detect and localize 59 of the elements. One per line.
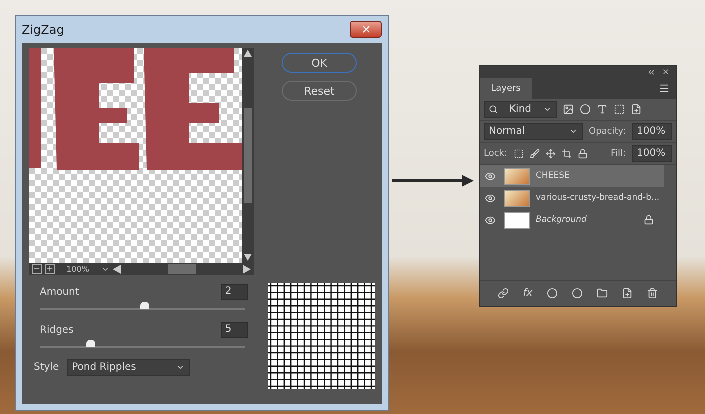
- value-field[interactable]: 5: [221, 322, 248, 338]
- link-icon[interactable]: [498, 288, 510, 299]
- dialog-button[interactable]: OK: [282, 53, 357, 73]
- slider-label: Amount: [40, 286, 80, 298]
- fx-icon[interactable]: fx: [523, 288, 533, 299]
- double-chevron-icon[interactable]: [647, 68, 656, 76]
- plus-icon: [46, 265, 54, 273]
- image-icon[interactable]: [563, 104, 574, 115]
- move-icon[interactable]: [546, 148, 556, 158]
- layer-thumbnail: [504, 212, 530, 228]
- layer-thumbnail: [504, 190, 530, 206]
- zoom-out-button[interactable]: [32, 264, 42, 274]
- left-arrow-icon[interactable]: [113, 264, 121, 274]
- zoom-in-button[interactable]: [45, 264, 55, 274]
- right-arrow-icon[interactable]: [243, 264, 251, 274]
- value-field[interactable]: 2: [221, 284, 248, 300]
- layer-row[interactable]: Background: [480, 209, 664, 231]
- fill-label: Fill:: [610, 148, 626, 158]
- type-icon[interactable]: [597, 104, 608, 115]
- dialog-button[interactable]: Reset: [282, 81, 357, 101]
- trash-icon[interactable]: [646, 288, 658, 299]
- crop-icon[interactable]: [562, 148, 572, 158]
- layer-thumbnail: [504, 168, 530, 184]
- down-arrow-icon[interactable]: [244, 254, 252, 261]
- layers-tab[interactable]: Layers: [480, 78, 532, 99]
- fill-field[interactable]: 100%: [632, 145, 672, 162]
- style-dropdown[interactable]: Pond Ripples: [67, 359, 190, 376]
- opacity-label: Opacity:: [589, 126, 626, 136]
- window-title: ZigZag: [22, 22, 64, 36]
- chevron-down-icon: [176, 363, 186, 372]
- folder-icon[interactable]: [596, 288, 608, 299]
- menu-icon[interactable]: [659, 83, 670, 94]
- slider-thumb[interactable]: [86, 340, 96, 347]
- layer-name: various-crusty-bread-and-b...: [536, 193, 661, 203]
- filter-dropdown[interactable]: Kind: [484, 101, 557, 118]
- close-icon: [360, 24, 372, 35]
- vertical-scrollbar[interactable]: [242, 48, 254, 263]
- horizontal-scrollbar[interactable]: [113, 264, 251, 274]
- layer-row[interactable]: various-crusty-bread-and-b...: [480, 187, 664, 209]
- opacity-field[interactable]: 100%: [632, 123, 672, 140]
- chevron-down-icon: [543, 105, 552, 114]
- chevron-down-icon: [569, 127, 578, 136]
- close-button[interactable]: [350, 21, 382, 38]
- style-label: Style: [34, 362, 60, 373]
- zoom-level: 100%: [66, 264, 90, 274]
- lock-label: Lock:: [484, 148, 508, 158]
- close-icon[interactable]: [662, 68, 670, 76]
- layer-name: Background: [536, 215, 588, 225]
- search-icon: [489, 105, 498, 114]
- lock-icon[interactable]: [578, 148, 588, 158]
- up-arrow-icon[interactable]: [244, 50, 252, 57]
- slider-thumb[interactable]: [140, 302, 150, 309]
- blend-mode-dropdown[interactable]: Normal: [484, 123, 583, 140]
- layer-row[interactable]: CHEESE: [480, 165, 664, 187]
- arrow-icon: [392, 175, 474, 187]
- layer-name: CHEESE: [536, 171, 571, 181]
- slider-label: Ridges: [40, 324, 74, 336]
- new-layer-icon[interactable]: [622, 288, 633, 299]
- brush-icon[interactable]: [530, 148, 540, 158]
